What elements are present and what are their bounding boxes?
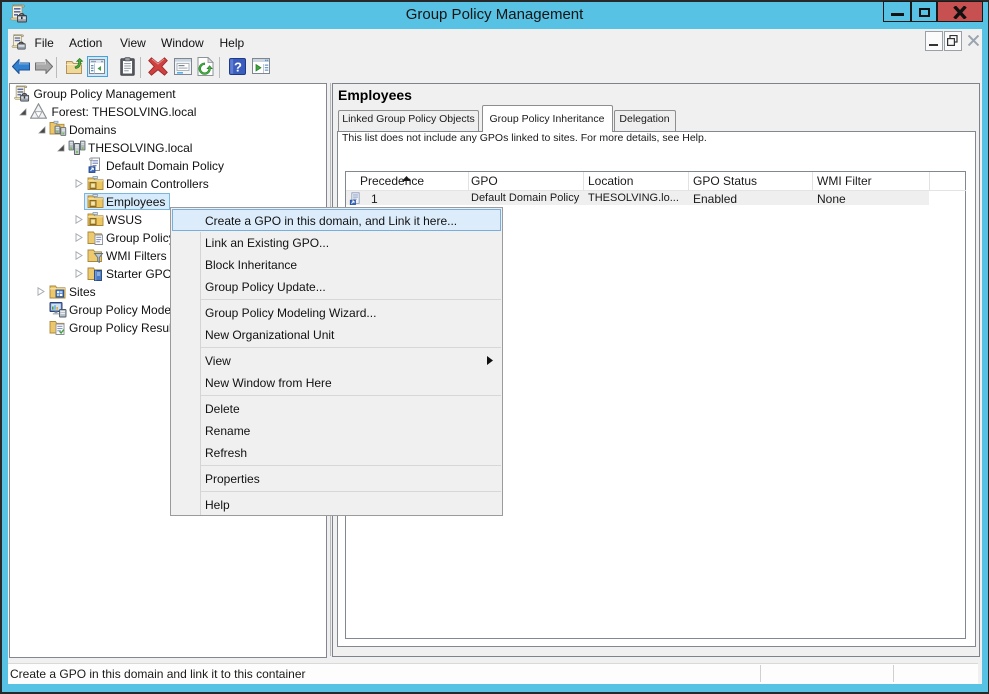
svg-text:?: ? (234, 60, 242, 75)
